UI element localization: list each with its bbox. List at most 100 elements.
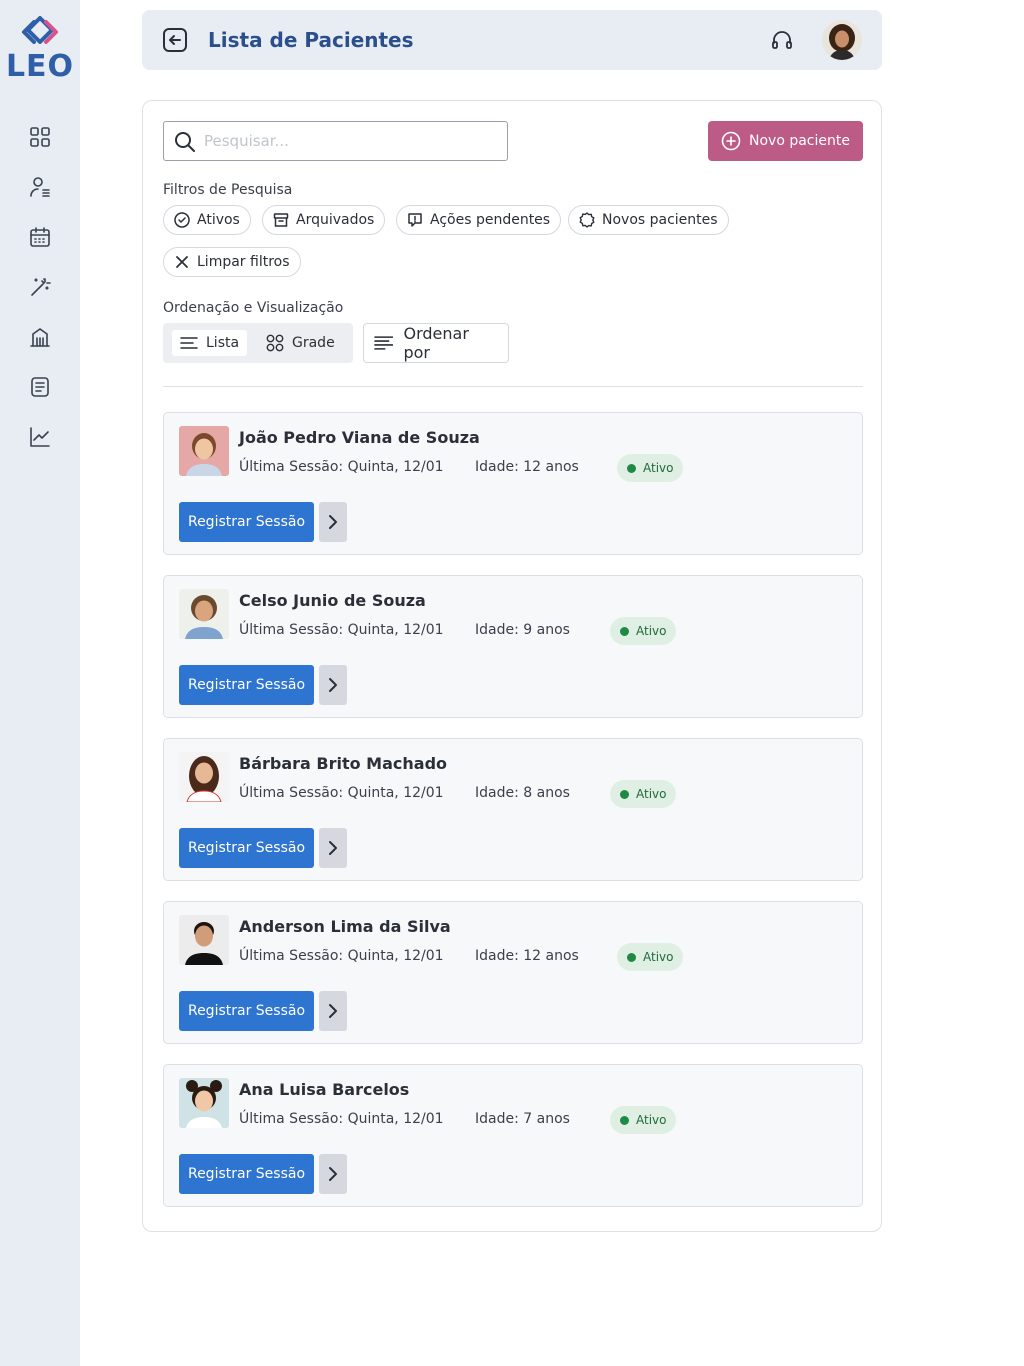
clear-filters-label: Limpar filtros xyxy=(197,254,290,270)
open-patient-button[interactable] xyxy=(319,828,347,868)
calendar-icon[interactable] xyxy=(28,225,52,249)
view-list-option[interactable]: Lista xyxy=(172,330,248,356)
chevron-right-icon xyxy=(329,1004,337,1018)
chevron-right-icon xyxy=(329,841,337,855)
grid-icon xyxy=(266,334,284,352)
headset-icon[interactable] xyxy=(770,28,794,52)
chevron-right-icon xyxy=(329,515,337,529)
view-toggle: Lista Grade xyxy=(163,323,353,363)
new-patient-button[interactable]: Novo paciente xyxy=(708,121,863,161)
patients-icon[interactable] xyxy=(28,175,52,199)
sort-lines-icon xyxy=(374,336,394,350)
check-circle-icon xyxy=(174,212,190,228)
status-badge: Ativo xyxy=(617,454,684,482)
page-title: Lista de Pacientes xyxy=(208,28,414,52)
filter-chip-arquivados[interactable]: Arquivados xyxy=(262,205,386,235)
patient-card: Anderson Lima da Silva Última Sessão: Qu… xyxy=(163,901,863,1044)
search-input[interactable] xyxy=(204,122,499,160)
logo[interactable]: LEO xyxy=(0,14,80,84)
patient-card: João Pedro Viana de Souza Última Sessão:… xyxy=(163,412,863,555)
patient-age: Idade: 9 anos xyxy=(475,622,570,638)
filter-chip-novos-pacientes[interactable]: Novos pacientes xyxy=(568,205,729,235)
filter-chip-label: Arquivados xyxy=(296,212,375,228)
patient-age: Idade: 12 anos xyxy=(475,459,579,475)
open-patient-button[interactable] xyxy=(319,665,347,705)
status-badge: Ativo xyxy=(617,943,684,971)
filter-chip-acoes-pendentes[interactable]: Ações pendentes xyxy=(396,205,562,235)
view-list-label: Lista xyxy=(206,335,240,351)
status-dot xyxy=(620,1115,629,1125)
institution-icon[interactable] xyxy=(28,325,52,349)
patient-photo xyxy=(179,752,229,802)
logo-mark-icon xyxy=(22,16,58,44)
register-session-button[interactable]: Registrar Sessão xyxy=(179,1154,314,1194)
patient-photo xyxy=(179,915,229,965)
chevron-right-icon xyxy=(329,678,337,692)
register-session-button[interactable]: Registrar Sessão xyxy=(179,991,314,1031)
patient-name: Anderson Lima da Silva xyxy=(239,917,451,936)
register-session-button[interactable]: Registrar Sessão xyxy=(179,502,314,542)
last-session: Última Sessão: Quinta, 12/01 xyxy=(239,459,444,475)
divider xyxy=(163,386,863,387)
status-badge: Ativo xyxy=(610,780,677,808)
plus-circle-icon xyxy=(721,131,741,151)
filter-chip-label: Ativos xyxy=(197,212,240,228)
badge-star-icon xyxy=(579,212,595,228)
patient-age: Idade: 8 anos xyxy=(475,785,570,801)
status-text: Ativo xyxy=(636,787,667,801)
patient-age: Idade: 7 anos xyxy=(475,1111,570,1127)
patient-name: Celso Junio de Souza xyxy=(239,591,426,610)
status-text: Ativo xyxy=(643,461,674,475)
view-label: Ordenação e Visualização xyxy=(163,300,344,316)
last-session: Última Sessão: Quinta, 12/01 xyxy=(239,622,444,638)
status-text: Ativo xyxy=(636,1113,667,1127)
filters-label: Filtros de Pesquisa xyxy=(163,182,293,198)
logo-text: LEO xyxy=(5,49,75,84)
register-session-button[interactable]: Registrar Sessão xyxy=(179,828,314,868)
order-by-label: Ordenar por xyxy=(403,324,469,362)
patient-name: João Pedro Viana de Souza xyxy=(239,428,480,447)
notes-icon[interactable] xyxy=(28,375,52,399)
patient-name: Ana Luisa Barcelos xyxy=(239,1080,410,1099)
filter-chip-ativos[interactable]: Ativos xyxy=(163,205,251,235)
status-badge: Ativo xyxy=(610,1106,677,1134)
register-session-button[interactable]: Registrar Sessão xyxy=(179,665,314,705)
order-by-button[interactable]: Ordenar por xyxy=(363,323,509,363)
clear-filters-button[interactable]: Limpar filtros xyxy=(163,247,301,277)
patient-name: Bárbara Brito Machado xyxy=(239,754,448,773)
patient-card: Bárbara Brito Machado Última Sessão: Qui… xyxy=(163,738,863,881)
patient-card: Ana Luisa Barcelos Última Sessão: Quinta… xyxy=(163,1064,863,1207)
patient-photo xyxy=(179,589,229,639)
last-session: Última Sessão: Quinta, 12/01 xyxy=(239,948,444,964)
status-dot xyxy=(620,626,629,636)
view-grid-option[interactable]: Grade xyxy=(258,330,343,356)
patient-photo xyxy=(179,1078,229,1128)
magic-wand-icon[interactable] xyxy=(28,275,52,299)
last-session: Última Sessão: Quinta, 12/01 xyxy=(239,785,444,801)
sidebar: LEO xyxy=(0,0,80,1366)
filter-chip-label: Ações pendentes xyxy=(430,212,551,228)
status-text: Ativo xyxy=(643,950,674,964)
dashboard-icon[interactable] xyxy=(28,125,52,149)
archive-icon xyxy=(273,213,289,227)
open-patient-button[interactable] xyxy=(319,1154,347,1194)
filter-chip-label: Novos pacientes xyxy=(602,212,718,228)
chart-line-icon[interactable] xyxy=(28,425,52,449)
back-arrow-icon[interactable] xyxy=(162,27,188,53)
open-patient-button[interactable] xyxy=(319,991,347,1031)
patient-age: Idade: 12 anos xyxy=(475,948,579,964)
view-grid-label: Grade xyxy=(292,335,335,351)
page-header: Lista de Pacientes xyxy=(142,10,882,70)
new-patient-label: Novo paciente xyxy=(749,133,850,149)
status-text: Ativo xyxy=(636,624,667,638)
search-icon xyxy=(175,132,195,152)
list-icon xyxy=(180,337,198,349)
patient-photo xyxy=(179,426,229,476)
patient-card: Celso Junio de Souza Última Sessão: Quin… xyxy=(163,575,863,718)
chevron-right-icon xyxy=(329,1167,337,1181)
last-session: Última Sessão: Quinta, 12/01 xyxy=(239,1111,444,1127)
open-patient-button[interactable] xyxy=(319,502,347,542)
status-dot xyxy=(627,952,636,962)
user-avatar[interactable] xyxy=(822,20,862,60)
search-box xyxy=(163,121,508,161)
